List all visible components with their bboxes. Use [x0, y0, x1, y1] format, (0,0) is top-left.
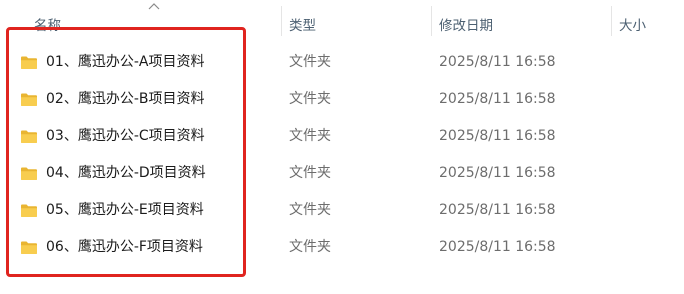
file-date: 2025/8/11 16:58: [439, 165, 556, 181]
file-name: 05、鹰迅办公-E项目资料: [46, 202, 204, 218]
file-name: 03、鹰迅办公-C项目资料: [46, 128, 205, 144]
folder-icon: [21, 93, 37, 106]
sort-ascending-icon[interactable]: [148, 2, 160, 10]
file-row[interactable]: 06、鹰迅办公-F项目资料 文件夹 2025/8/11 16:58: [0, 229, 684, 266]
column-header-bar: 名称 类型 修改日期 大小: [0, 0, 684, 42]
file-date: 2025/8/11 16:58: [439, 239, 556, 255]
column-header-name[interactable]: 名称: [34, 14, 61, 34]
file-name: 01、鹰迅办公-A项目资料: [46, 54, 205, 70]
file-row[interactable]: 04、鹰迅办公-D项目资料 文件夹 2025/8/11 16:58: [0, 155, 684, 192]
file-name: 06、鹰迅办公-F项目资料: [46, 239, 203, 255]
column-header-date[interactable]: 修改日期: [439, 14, 493, 34]
file-row[interactable]: 01、鹰迅办公-A项目资料 文件夹 2025/8/11 16:58: [0, 44, 684, 81]
column-header-size[interactable]: 大小: [619, 14, 646, 34]
file-row[interactable]: 02、鹰迅办公-B项目资料 文件夹 2025/8/11 16:58: [0, 81, 684, 118]
file-date: 2025/8/11 16:58: [439, 128, 556, 144]
column-divider[interactable]: [431, 6, 432, 36]
file-type: 文件夹: [289, 54, 331, 70]
folder-icon: [21, 56, 37, 69]
file-type: 文件夹: [289, 239, 331, 255]
file-type: 文件夹: [289, 128, 331, 144]
file-type: 文件夹: [289, 165, 331, 181]
folder-icon: [21, 130, 37, 143]
folder-icon: [21, 204, 37, 217]
column-divider[interactable]: [281, 6, 282, 36]
file-row[interactable]: 03、鹰迅办公-C项目资料 文件夹 2025/8/11 16:58: [0, 118, 684, 155]
file-type: 文件夹: [289, 202, 331, 218]
file-row[interactable]: 05、鹰迅办公-E项目资料 文件夹 2025/8/11 16:58: [0, 192, 684, 229]
file-date: 2025/8/11 16:58: [439, 202, 556, 218]
file-type: 文件夹: [289, 91, 331, 107]
folder-icon: [21, 241, 37, 254]
file-name: 02、鹰迅办公-B项目资料: [46, 91, 205, 107]
folder-icon: [21, 167, 37, 180]
column-divider[interactable]: [611, 6, 612, 36]
file-name: 04、鹰迅办公-D项目资料: [46, 165, 206, 181]
column-header-type[interactable]: 类型: [289, 14, 316, 34]
file-date: 2025/8/11 16:58: [439, 54, 556, 70]
file-date: 2025/8/11 16:58: [439, 91, 556, 107]
